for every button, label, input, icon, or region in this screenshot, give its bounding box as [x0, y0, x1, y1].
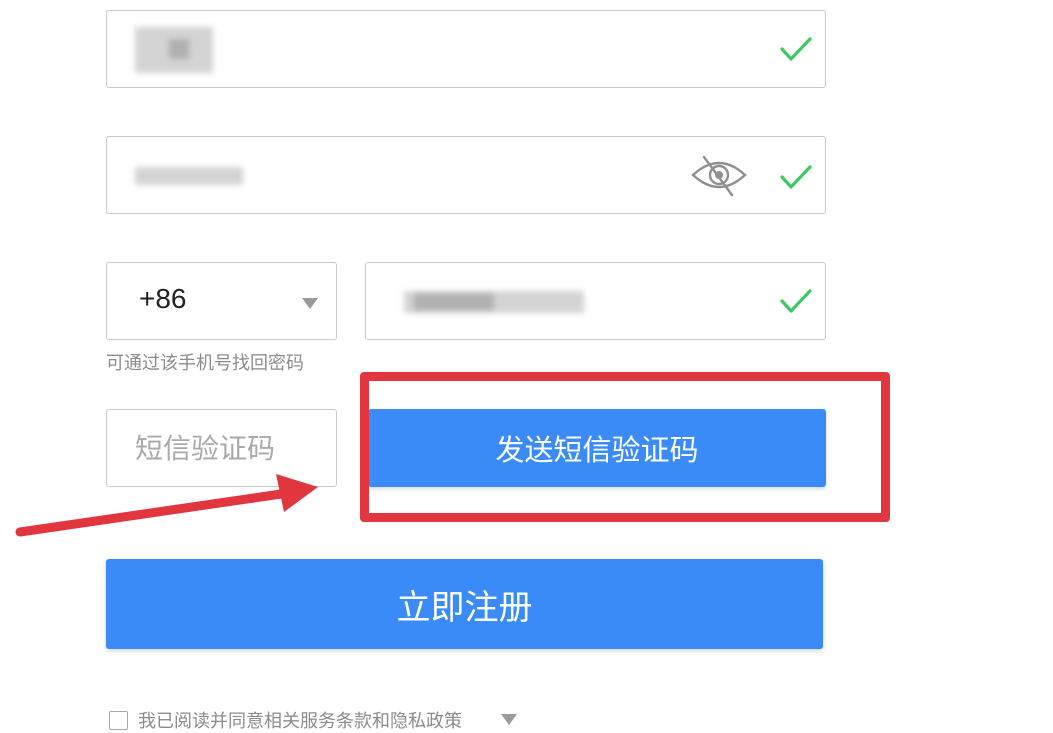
agreement-text[interactable]: 我已阅读并同意相关服务条款和隐私政策 [138, 707, 462, 733]
country-code-select[interactable]: +86 [106, 262, 337, 340]
username-field[interactable] [106, 10, 826, 88]
send-sms-button[interactable]: 发送短信验证码 [368, 409, 826, 487]
check-icon [780, 289, 812, 313]
phone-number-field[interactable] [365, 262, 826, 340]
sms-code-input[interactable] [106, 409, 337, 487]
check-icon [780, 37, 812, 61]
caret-down-icon[interactable] [501, 714, 517, 725]
obscured-value-dark [169, 39, 189, 59]
agreement-checkbox[interactable] [109, 711, 128, 730]
eye-off-icon[interactable] [690, 153, 748, 197]
obscured-value [135, 167, 243, 185]
country-code-value: +86 [139, 283, 187, 314]
caret-down-icon [302, 298, 318, 309]
check-icon [780, 165, 812, 189]
password-field[interactable] [106, 136, 826, 214]
phone-hint: 可通过该手机号找回密码 [106, 353, 304, 374]
register-button[interactable]: 立即注册 [106, 559, 823, 649]
obscured-value-dark [414, 294, 494, 310]
